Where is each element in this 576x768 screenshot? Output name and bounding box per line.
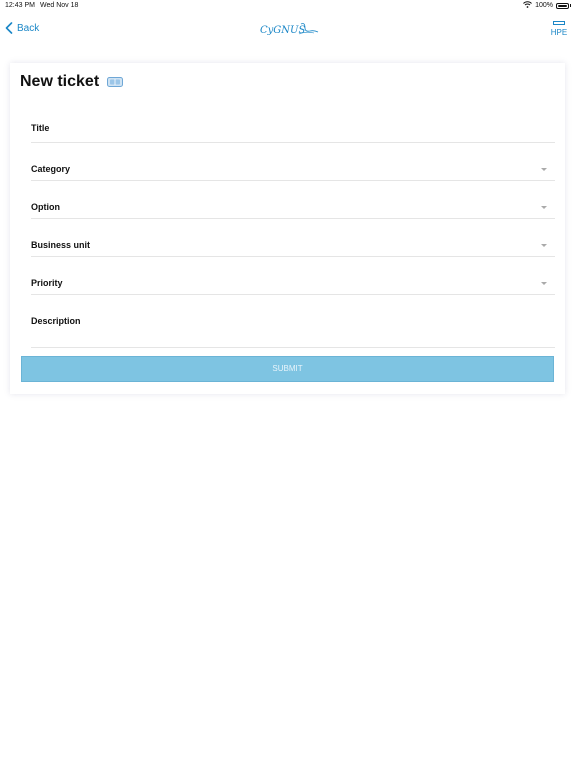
new-ticket-card: New ticket Title Category Option Busines… — [10, 63, 565, 394]
battery-cap — [570, 4, 571, 7]
hpe-button[interactable]: HPE — [550, 21, 568, 37]
title-field[interactable]: Title — [31, 105, 555, 143]
field-label: Description — [31, 316, 81, 326]
field-label: Business unit — [31, 240, 91, 250]
page-title: New ticket — [20, 73, 100, 90]
field-label: Category — [31, 164, 71, 174]
chevron-down-icon — [541, 168, 547, 171]
wifi-icon — [523, 1, 532, 10]
category-select[interactable]: Category — [31, 143, 555, 181]
back-label: Back — [17, 22, 40, 34]
chevron-left-icon — [5, 22, 13, 34]
hpe-label: HPE — [550, 28, 568, 37]
battery-percent: 100% — [535, 2, 553, 9]
description-field[interactable]: Description — [31, 295, 555, 348]
logo-text: CyGNUS — [260, 25, 305, 36]
field-label: Title — [31, 123, 50, 133]
battery-icon — [556, 2, 569, 9]
ticket-icon — [107, 74, 123, 87]
back-button[interactable]: Back — [5, 22, 39, 34]
chevron-down-icon — [541, 244, 547, 247]
status-bar: 12:43 PM Wed Nov 18 100% — [0, 0, 576, 12]
submit-button[interactable]: SUBMIT — [21, 356, 554, 382]
hpe-logo-icon — [553, 21, 565, 25]
field-label: Option — [31, 202, 60, 212]
option-select[interactable]: Option — [31, 181, 555, 219]
priority-select[interactable]: Priority — [31, 257, 555, 295]
field-label: Priority — [31, 278, 63, 288]
business-unit-select[interactable]: Business unit — [31, 219, 555, 257]
status-time: 12:43 PM — [5, 2, 35, 9]
status-right: 100% — [523, 1, 571, 10]
cygnus-logo: CyGNUS — [258, 20, 322, 40]
chevron-down-icon — [541, 206, 547, 209]
status-date: Wed Nov 18 — [40, 2, 79, 9]
nav-bar: Back CyGNUS HPE — [0, 12, 576, 52]
chevron-down-icon — [541, 282, 547, 285]
